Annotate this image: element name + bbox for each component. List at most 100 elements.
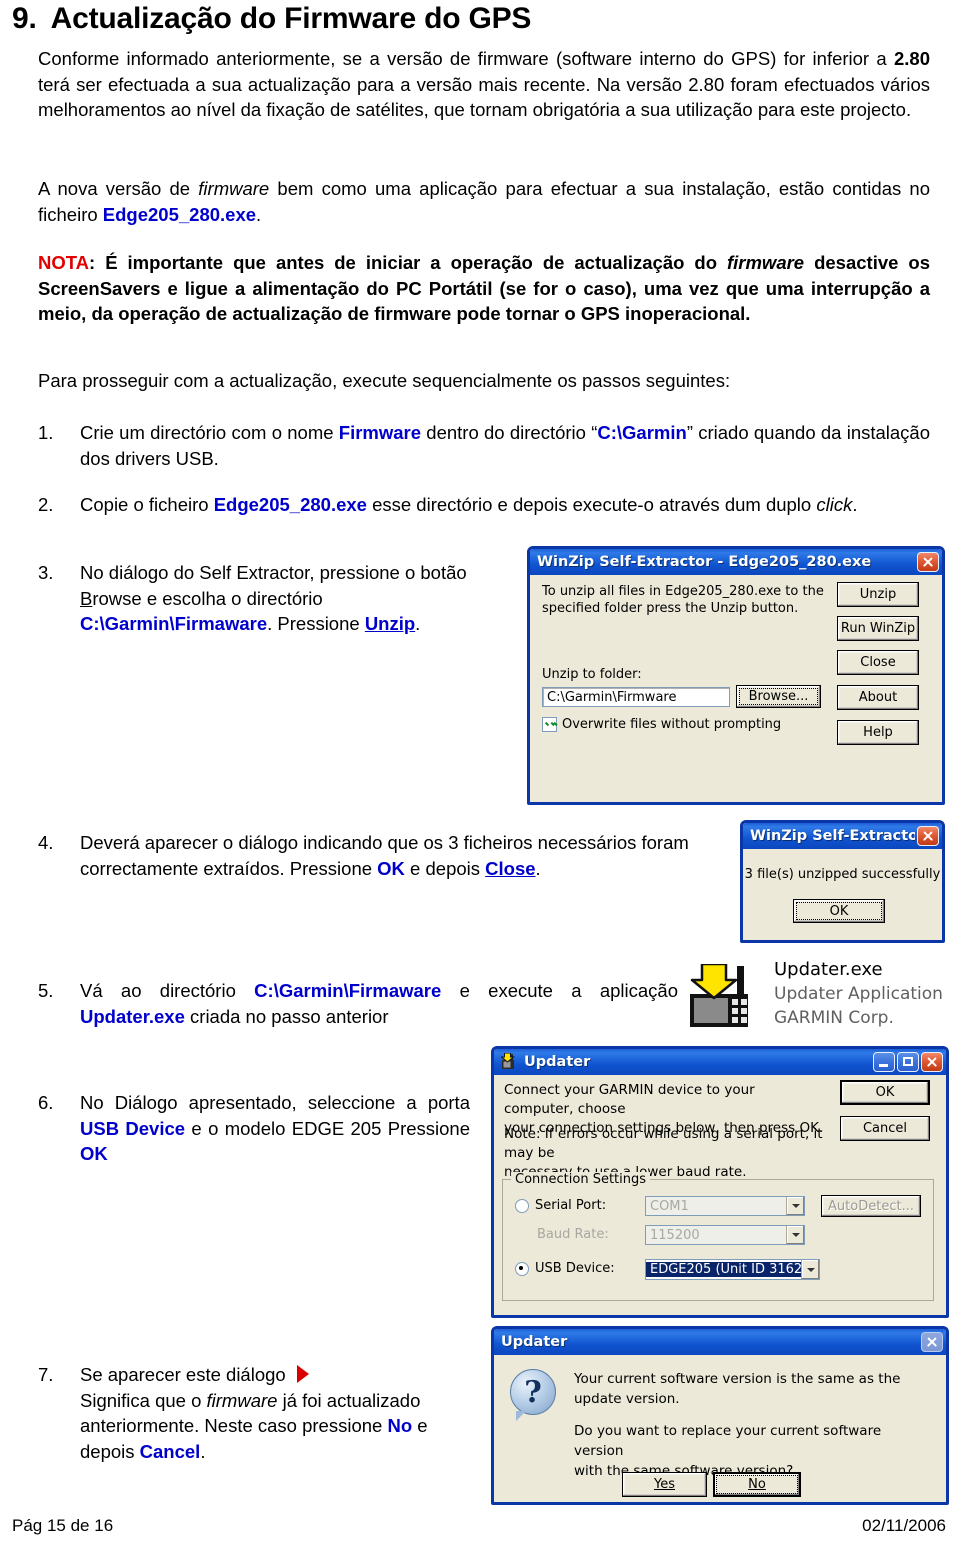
updater-dialog[interactable]: Updater Connect your GARMIN device to yo… xyxy=(491,1046,949,1318)
minimize-icon[interactable] xyxy=(873,1052,895,1072)
unzip-button[interactable]: Unzip xyxy=(837,582,919,607)
list-item-step-1: 1. Crie um directório com o nome Firmwar… xyxy=(38,420,930,471)
fw-text-a: A nova versão de xyxy=(38,178,199,199)
updater-ok-label: OK xyxy=(875,1085,895,1100)
chevron-down-icon[interactable] xyxy=(801,1260,819,1279)
winzip-self-extractor-dialog[interactable]: WinZip Self-Extractor - Edge205_280.exe … xyxy=(527,546,945,805)
unzip-button-label: Unzip xyxy=(859,587,897,602)
updater-titlebar[interactable]: Updater xyxy=(494,1049,946,1075)
about-button[interactable]: About xyxy=(837,685,919,710)
checkbox-check-icon xyxy=(542,717,557,732)
chevron-down-icon[interactable] xyxy=(786,1197,804,1215)
updater-confirm-line-1: Your current software version is the sam… xyxy=(574,1371,901,1407)
firmware-exe-name: Edge205_280.exe xyxy=(102,203,257,225)
updater-cancel-button[interactable]: Cancel xyxy=(840,1116,930,1141)
ok-button[interactable]: OK xyxy=(793,899,885,923)
autodetect-button[interactable]: AutoDetect... xyxy=(821,1195,921,1217)
overwrite-files-label: Overwrite files without prompting xyxy=(562,717,782,732)
step-2-exe-name: Edge205_280.exe xyxy=(213,494,367,515)
step-7-no-label: No xyxy=(387,1415,413,1436)
updater-confirm-line-2: Do you want to replace your current soft… xyxy=(574,1423,882,1459)
document-page: 9. Actualização do Firmware do GPS Confor… xyxy=(0,0,960,1551)
maximize-icon[interactable] xyxy=(897,1052,919,1072)
list-item-step-3: 3. No diálogo do Self Extractor, pressio… xyxy=(38,560,508,637)
serial-port-combo[interactable]: COM1 xyxy=(645,1196,805,1216)
close-button[interactable]: Close xyxy=(837,650,919,675)
fw-italic-firmware: firmware xyxy=(198,178,270,199)
garmin-device-download-icon xyxy=(686,962,758,1030)
updater-app-icon-svg xyxy=(500,1052,515,1069)
run-winzip-button[interactable]: Run WinZip xyxy=(837,616,919,641)
winzip-instruction: To unzip all files in Edge205_280.exe to… xyxy=(542,583,832,617)
updater-confirm-client: ? Your current software version is the s… xyxy=(494,1355,946,1497)
step-5-firmaware-path: C:\Garmin\Firmaware xyxy=(254,980,442,1001)
winzip-success-dialog[interactable]: WinZip Self-Extractor 3 file(s) unzipped… xyxy=(740,820,945,943)
winzip-instruction-line-2: specified folder press the Unzip button. xyxy=(542,601,799,616)
baud-rate-value: 115200 xyxy=(650,1227,700,1243)
help-button[interactable]: Help xyxy=(837,720,919,745)
updater-app-icon xyxy=(500,1052,519,1071)
step-1-garmin-path: C:\Garmin xyxy=(597,422,687,443)
browse-button[interactable]: Browse... xyxy=(736,685,821,708)
step-4-text-c: e depois xyxy=(404,857,486,879)
step-7-text-b: Significa que o xyxy=(80,1389,207,1411)
baud-rate-combo[interactable]: 115200 xyxy=(645,1225,805,1245)
updater-ok-button[interactable]: OK xyxy=(840,1080,930,1105)
winzip-success-titlebar[interactable]: WinZip Self-Extractor xyxy=(743,823,942,849)
heading-text: Actualização do Firmware do GPS xyxy=(50,2,532,35)
step-6-usb-device-label: USB Device xyxy=(80,1117,186,1139)
step-3-unzip-label: Unzip xyxy=(364,613,416,634)
winzip-titlebar[interactable]: WinZip Self-Extractor - Edge205_280.exe xyxy=(530,549,942,575)
note-label: NOTA xyxy=(38,252,90,273)
updater-cancel-label: Cancel xyxy=(862,1121,908,1136)
close-icon[interactable] xyxy=(917,552,939,572)
garmin-icon-svg xyxy=(690,962,748,1027)
footer-page-number: Pág 15 de 16 xyxy=(12,1516,114,1535)
step-2-marker: 2. xyxy=(38,494,54,515)
close-icon[interactable] xyxy=(921,1052,943,1072)
updater-file-text: Updater.exe Updater Application GARMIN C… xyxy=(774,958,943,1030)
step-7-cancel-label: Cancel xyxy=(139,1440,201,1462)
close-icon[interactable] xyxy=(917,826,939,846)
version-value: 2.80 xyxy=(893,48,930,69)
browse-button-label: Browse... xyxy=(748,689,809,704)
usb-device-radio[interactable]: USB Device: xyxy=(515,1261,615,1276)
step-1-marker: 1. xyxy=(38,422,54,443)
yes-button[interactable]: Yes xyxy=(622,1472,707,1497)
updater-confirm-titlebar[interactable]: Updater xyxy=(494,1329,946,1355)
step-5-text-e: criada no passo anterior xyxy=(184,1005,389,1027)
no-button[interactable]: No xyxy=(713,1472,801,1497)
usb-device-label: USB Device: xyxy=(535,1261,615,1276)
radio-dot-icon xyxy=(515,1198,529,1213)
updater-title: Updater xyxy=(524,1054,591,1070)
overwrite-files-checkbox[interactable]: Overwrite files without prompting xyxy=(542,717,781,732)
note-text-a: : É importante que antes de iniciar a op… xyxy=(89,252,727,273)
updater-client-area: Connect your GARMIN device to your compu… xyxy=(494,1075,946,1301)
ok-button-label: OK xyxy=(829,903,849,919)
firmware-file-paragraph: A nova versão de firmware bem como uma a… xyxy=(38,176,930,227)
winzip-success-title: WinZip Self-Extractor xyxy=(750,828,915,844)
serial-port-value: COM1 xyxy=(650,1198,689,1214)
usb-device-combo[interactable]: EDGE205 (Unit ID 316276 xyxy=(645,1259,820,1280)
step-5-updater-exe: Updater.exe xyxy=(80,1005,185,1027)
updater-confirm-title: Updater xyxy=(501,1334,568,1350)
updater-confirm-dialog[interactable]: Updater ? Your current software version … xyxy=(491,1326,949,1505)
usb-device-value: EDGE205 (Unit ID 316276 xyxy=(646,1262,801,1277)
step-5-text-c: e execute a aplicação xyxy=(441,980,678,1001)
close-icon[interactable] xyxy=(921,1332,943,1352)
note-paragraph: NOTA: É importante que antes de iniciar … xyxy=(38,250,930,327)
step-1-firmware-dir: Firmware xyxy=(338,422,422,443)
question-icon: ? xyxy=(510,1369,556,1421)
updater-exe-file-listing: Updater.exe Updater Application GARMIN C… xyxy=(686,958,948,1036)
step-2-text-e: . xyxy=(852,494,858,515)
winzip-client-area: To unzip all files in Edge205_280.exe to… xyxy=(530,575,942,745)
unzip-to-folder-label: Unzip to folder: xyxy=(542,667,642,682)
unzip-folder-input[interactable]: C:\Garmin\Firmware xyxy=(542,687,730,707)
winzip-success-message: 3 file(s) unzipped successfully xyxy=(744,867,941,882)
updater-note-line-1: Note: If errors occur while using a seri… xyxy=(504,1126,823,1161)
step-1-text-c: dentro do directório “ xyxy=(421,422,598,443)
chevron-down-icon[interactable] xyxy=(786,1226,804,1244)
list-item-step-6: 6. No Diálogo apresentado, seleccione a … xyxy=(38,1090,470,1167)
serial-port-radio[interactable]: Serial Port: xyxy=(515,1198,606,1213)
